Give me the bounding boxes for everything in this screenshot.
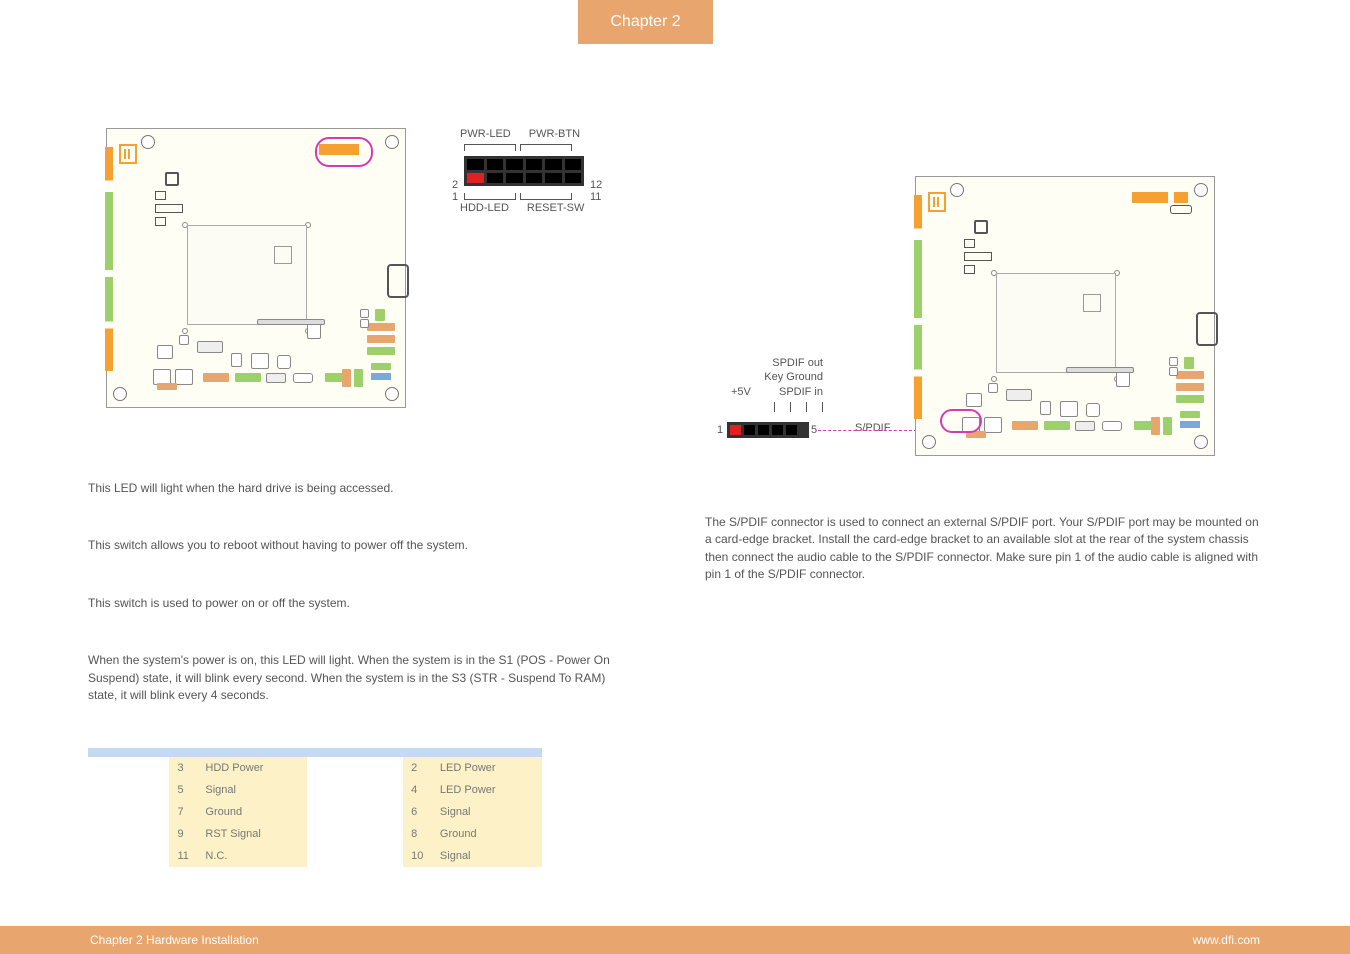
- spdif-description: The S/PDIF connector is used to connect …: [705, 514, 1262, 584]
- footer-right: www.dfi.com: [1193, 933, 1260, 947]
- spdif-pin-labels: SPDIF out Key Ground +5V SPDIF in: [683, 356, 823, 416]
- motherboard-diagram-right: [915, 176, 1215, 456]
- motherboard-diagram-left: [106, 128, 406, 408]
- label-spdif-in: SPDIF in: [779, 386, 823, 398]
- left-descriptions: This LED will light when the hard drive …: [88, 480, 615, 744]
- cell-n1-1: 5: [169, 779, 197, 801]
- cell-n2-0: 2: [403, 757, 432, 779]
- cell-n1-2: 7: [169, 801, 197, 823]
- cell-a2-3: Ground: [432, 823, 542, 845]
- page-footer: Chapter 2 Hardware Installation www.dfi.…: [0, 926, 1350, 954]
- cell-a1-2: Ground: [197, 801, 307, 823]
- cell-a1-1: Signal: [197, 779, 307, 801]
- pwr-led-desc: When the system's power is on, this LED …: [88, 652, 615, 704]
- pin-num-2: 2: [452, 179, 458, 191]
- chapter-tab: Chapter 2: [578, 0, 713, 44]
- cell-n1-4: 11: [169, 845, 197, 867]
- reset-desc: This switch allows you to reboot without…: [88, 537, 615, 554]
- cell-a1-4: N.C.: [197, 845, 307, 867]
- footer-left: Chapter 2 Hardware Installation: [90, 933, 259, 947]
- cell-a1-0: HDD Power: [197, 757, 307, 779]
- cell-a2-0: LED Power: [432, 757, 542, 779]
- cell-n2-2: 6: [403, 801, 432, 823]
- front-panel-pin-legend: PWR-LED PWR-BTN 2 1 12 11: [460, 128, 660, 214]
- label-5v: +5V: [731, 386, 751, 398]
- cell-n2-1: 4: [403, 779, 432, 801]
- pin-num-1: 1: [452, 191, 458, 203]
- cell-a1-3: RST Signal: [197, 823, 307, 845]
- cell-a2-4: Signal: [432, 845, 542, 867]
- cell-n2-3: 8: [403, 823, 432, 845]
- content-area: PWR-LED PWR-BTN 2 1 12 11: [88, 128, 1262, 894]
- label-spdif-out: SPDIF out: [683, 356, 823, 370]
- cell-n2-4: 10: [403, 845, 432, 867]
- hdd-led-desc: This LED will light when the hard drive …: [88, 480, 615, 497]
- front-panel-header-icon: [464, 156, 584, 186]
- label-ground: Ground: [786, 371, 823, 383]
- right-column: SPDIF out Key Ground +5V SPDIF in: [705, 128, 1262, 894]
- cell-a2-1: LED Power: [432, 779, 542, 801]
- left-column: PWR-LED PWR-BTN 2 1 12 11: [88, 128, 645, 894]
- pin1-label: 1: [717, 424, 723, 436]
- pin-num-12: 12: [590, 179, 602, 191]
- pin-num-11: 11: [590, 191, 602, 203]
- cell-a2-2: Signal: [432, 801, 542, 823]
- pin-assignment-table: 3 HDD Power 2 LED Power 5 Signal 4 LED P…: [88, 748, 542, 867]
- label-pwr-led: PWR-LED: [460, 128, 511, 140]
- label-hdd-led: HDD-LED: [460, 202, 509, 214]
- power-desc: This switch is used to power on or off t…: [88, 595, 615, 612]
- label-key: Key: [764, 371, 783, 383]
- pin5-label: 5: [811, 424, 817, 436]
- label-reset-sw: RESET-SW: [527, 202, 584, 214]
- spdif-header-icon: [727, 422, 809, 438]
- spdif-connector-label: S/PDIF: [855, 422, 890, 434]
- cell-n1-0: 3: [169, 757, 197, 779]
- label-pwr-btn: PWR-BTN: [529, 128, 580, 140]
- cell-n1-3: 9: [169, 823, 197, 845]
